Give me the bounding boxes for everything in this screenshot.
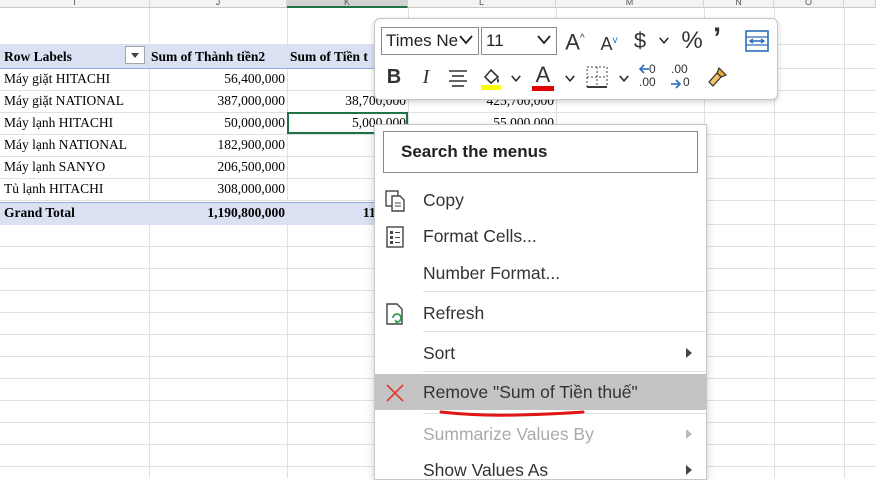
chevron-down-icon[interactable]	[511, 73, 521, 83]
menu-item-label: Refresh	[423, 303, 485, 323]
menu-item-label: Format Cells...	[423, 226, 537, 246]
menu-item-show-values-as[interactable]: Show Values As	[375, 452, 706, 480]
menu-item-summarize-values-by[interactable]: Summarize Values By	[375, 416, 706, 452]
increase-decimal-button[interactable]: 0 .00	[639, 62, 665, 90]
column-header-k[interactable]: K	[287, 0, 408, 8]
decrease-decimal-label: .00	[671, 62, 688, 76]
pivot-cell-value[interactable]: 308,000,000	[150, 178, 286, 200]
column-letter: M	[625, 0, 634, 7]
grand-total-label[interactable]: Grand Total	[4, 202, 149, 224]
grand-total-value[interactable]: 1,190,800,000	[150, 202, 285, 224]
borders-icon[interactable]	[585, 65, 609, 89]
accounting-format-button[interactable]: $	[629, 27, 651, 55]
column-letter: J	[215, 0, 221, 7]
menu-item-label: Sort	[423, 343, 456, 363]
format-cells-icon	[386, 226, 404, 248]
menu-item-format-cells[interactable]: Format Cells...	[375, 218, 706, 254]
search-menus-input[interactable]: Search the menus	[383, 131, 698, 173]
column-header-o[interactable]: O	[774, 0, 844, 8]
submenu-arrow-icon	[686, 348, 692, 358]
submenu-arrow-icon	[686, 465, 692, 475]
comma-style-button[interactable]: ’	[709, 22, 725, 55]
submenu-arrow-icon	[686, 429, 692, 439]
font-name-value: Times Ne	[386, 31, 459, 50]
bold-glyph: B	[386, 66, 402, 88]
column-header-p[interactable]	[844, 0, 876, 8]
menu-separator	[423, 331, 706, 332]
pivot-row-label[interactable]: Tủ lạnh HITACHI	[4, 178, 149, 200]
chevron-down-icon[interactable]	[659, 35, 669, 45]
column-header-n[interactable]: N	[704, 0, 774, 8]
pivot-cell-value[interactable]: 182,900,000	[150, 134, 286, 156]
font-color-button[interactable]: A	[531, 61, 555, 89]
red-underline-annotation	[439, 410, 585, 417]
font-color-glyph: A	[535, 62, 551, 87]
row-labels-filter-button[interactable]	[125, 46, 145, 64]
menu-item-label: Summarize Values By	[423, 424, 594, 444]
column-letter: O	[804, 0, 812, 7]
font-size-value: 11	[486, 31, 504, 50]
italic-glyph: I	[422, 66, 430, 88]
menu-item-copy[interactable]: Copy	[375, 182, 706, 218]
decrease-font-size-button[interactable]: Av	[597, 27, 621, 55]
menu-item-number-format[interactable]: Number Format...	[375, 255, 706, 291]
menu-separator	[423, 371, 706, 372]
copy-icon	[385, 190, 405, 212]
menu-item-label: Show Values As	[423, 460, 549, 480]
format-painter-icon[interactable]	[705, 65, 729, 89]
context-menu: Search the menus Copy Format Cells... Nu…	[374, 124, 707, 480]
column-letter: I	[73, 0, 76, 7]
gridline	[844, 8, 845, 478]
close-icon	[386, 384, 404, 402]
column-letter: L	[478, 0, 484, 7]
pivot-row-label[interactable]: Máy lạnh HITACHI	[4, 112, 149, 134]
font-color-swatch	[532, 86, 554, 91]
chevron-down-icon[interactable]	[459, 32, 473, 46]
pivot-header-sum-thanh-tien[interactable]: Sum of Thành tiền2	[151, 46, 286, 68]
comma-icon: ’	[712, 22, 722, 55]
pivot-header-row-labels[interactable]: Row Labels	[4, 46, 124, 68]
percent-icon: %	[681, 27, 703, 54]
menu-item-label: Copy	[423, 190, 464, 210]
column-header-j[interactable]: J	[150, 0, 287, 8]
menu-item-label: Number Format...	[423, 263, 561, 283]
increase-font-size-button[interactable]: A^	[563, 25, 587, 55]
percent-style-button[interactable]: %	[679, 27, 705, 55]
align-center-icon[interactable]	[447, 67, 469, 89]
arrow-left-icon	[639, 64, 649, 74]
refresh-icon	[386, 303, 403, 325]
chevron-down-icon[interactable]	[537, 32, 551, 46]
pivot-row-label[interactable]: Máy giặt HITACHI	[4, 68, 149, 90]
shrink-font-glyph: A	[600, 34, 613, 54]
arrow-right-icon	[671, 79, 681, 89]
decrease-decimal-button[interactable]: .00 0	[671, 62, 697, 90]
menu-separator	[423, 291, 706, 292]
menu-item-refresh[interactable]: Refresh	[375, 295, 706, 331]
increase-decimal-label: .00	[639, 75, 656, 89]
pivot-cell-value[interactable]: 387,000,000	[150, 90, 286, 112]
column-letter: K	[343, 0, 350, 7]
mini-toolbar: Times Ne 11 A^ Av $ % ’ B I A 0 .00 .00 …	[374, 18, 778, 100]
column-header-m[interactable]: M	[556, 0, 704, 8]
column-header-i[interactable]: I	[0, 0, 150, 8]
bold-button[interactable]: B	[383, 63, 405, 91]
pivot-cell-value[interactable]: 50,000,000	[150, 112, 285, 134]
fill-color-icon[interactable]	[479, 65, 503, 91]
pivot-row-label[interactable]: Máy lạnh NATIONAL	[4, 134, 149, 156]
pivot-row-label[interactable]: Máy giặt NATIONAL	[4, 90, 149, 112]
chevron-down-icon[interactable]	[619, 73, 629, 83]
currency-icon: $	[633, 28, 647, 53]
pivot-cell-value[interactable]: 206,500,000	[150, 156, 286, 178]
italic-button[interactable]: I	[415, 63, 437, 91]
menu-item-sort[interactable]: Sort	[375, 335, 706, 371]
pivot-row-label[interactable]: Máy lạnh SANYO	[4, 156, 149, 178]
search-menus-label: Search the menus	[401, 142, 548, 161]
pivot-cell-value[interactable]: 56,400,000	[150, 68, 285, 90]
merge-center-icon[interactable]	[745, 29, 769, 53]
grow-font-glyph: A	[565, 29, 580, 55]
chevron-down-icon[interactable]	[565, 73, 575, 83]
column-header-l[interactable]: L	[408, 0, 556, 8]
column-letter: N	[735, 0, 742, 7]
